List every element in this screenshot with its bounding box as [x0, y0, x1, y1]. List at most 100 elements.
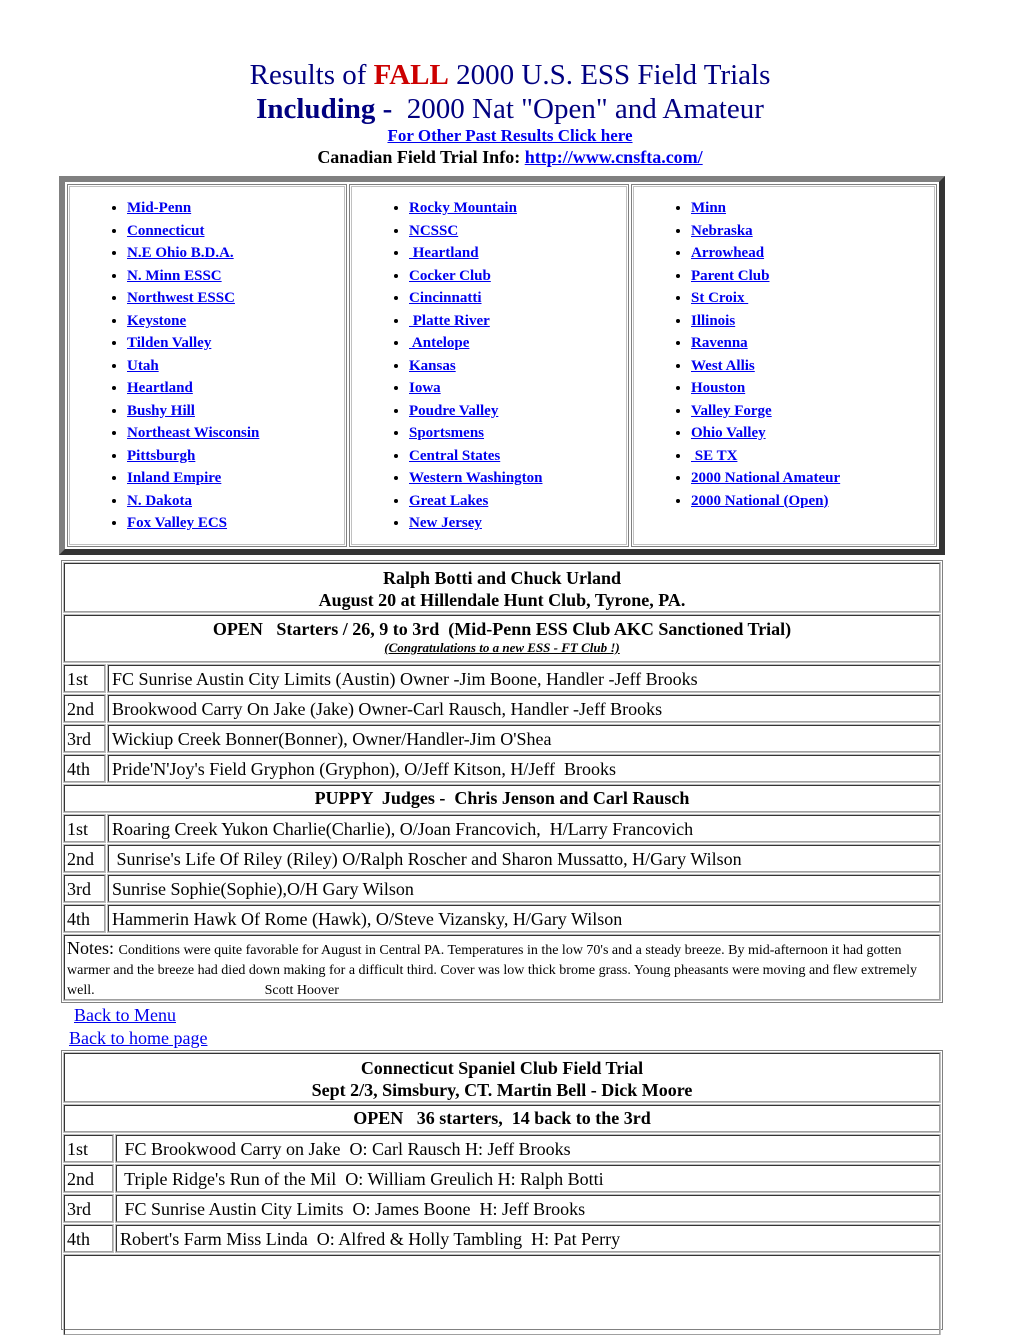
menu-link[interactable]: Ohio Valley [691, 425, 766, 441]
back-to-menu-link[interactable]: Back to Menu [74, 1004, 207, 1027]
menu-link[interactable]: Iowa [409, 380, 441, 396]
menu-item: New Jersey [409, 512, 628, 535]
notes-label: Notes: [67, 938, 119, 958]
result-row: 1st FC Brookwood Carry on Jake O: Carl R… [63, 1134, 941, 1163]
menu-link[interactable]: New Jersey [409, 515, 482, 531]
menu-link[interactable]: Nebraska [691, 223, 753, 239]
menu-item: Heartland [409, 242, 628, 265]
place-cell: 4th [63, 1224, 114, 1253]
menu-link[interactable]: Utah [127, 358, 159, 374]
place-cell: 3rd [63, 724, 106, 753]
menu-link[interactable]: Mid-Penn [127, 200, 191, 216]
menu-link[interactable]: Sportsmens [409, 425, 484, 441]
page-subtitle: Including - 2000 Nat "Open" and Amateur [0, 92, 1020, 126]
menu-item: Platte River [409, 310, 628, 333]
menu-link[interactable]: Minn [691, 200, 726, 216]
menu-item: Bushy Hill [127, 400, 346, 423]
menu-link[interactable]: Bushy Hill [127, 403, 195, 419]
menu-item: Pittsburgh [127, 445, 346, 468]
menu-link[interactable]: Cincinnatti [409, 290, 482, 306]
entry-cell: Triple Ridge's Run of the Mil O: William… [115, 1164, 941, 1193]
menu-link[interactable]: Cocker Club [409, 268, 491, 284]
menu-link[interactable]: Western Washington [409, 470, 543, 486]
menu-link[interactable]: Antelope [409, 335, 470, 351]
menu-link[interactable]: Heartland [127, 380, 193, 396]
back-to-home-link[interactable]: Back to home page [69, 1027, 207, 1050]
connecticut-results: Connecticut Spaniel Club Field Trial Sep… [61, 1050, 943, 1335]
place-cell: 1st [63, 814, 106, 843]
menu-link[interactable]: Rocky Mountain [409, 200, 517, 216]
menu-link[interactable]: Platte River [409, 313, 490, 329]
menu-column-2: Rocky Mountain NCSSC Heartland Cocker Club… [349, 184, 629, 547]
menu-item: N.E Ohio B.D.A. [127, 242, 346, 265]
menu-link[interactable]: West Allis [691, 358, 755, 374]
menu-link[interactable]: Great Lakes [409, 493, 488, 509]
menu-item: Nebraska [691, 220, 936, 243]
menu-item: Minn [691, 197, 936, 220]
menu-link[interactable]: Illinois [691, 313, 735, 329]
menu-link[interactable]: Poudre Valley [409, 403, 498, 419]
place-cell: 2nd [63, 844, 106, 873]
canadian-link[interactable]: http://www.cnsfta.com/ [525, 147, 703, 167]
result-row: 3rd FC Sunrise Austin City Limits O: Jam… [63, 1194, 941, 1223]
menu-link[interactable]: Inland Empire [127, 470, 221, 486]
menu-link[interactable]: Connecticut [127, 223, 205, 239]
result-row: 3rd Sunrise Sophie(Sophie),O/H Gary Wilso… [63, 874, 941, 903]
entry-cell: FC Brookwood Carry on Jake O: Carl Rausc… [115, 1134, 941, 1163]
menu-link[interactable]: Valley Forge [691, 403, 772, 419]
menu-link[interactable]: N. Dakota [127, 493, 192, 509]
title-highlight: FALL [373, 59, 449, 91]
menu-item: Ohio Valley [691, 422, 936, 445]
menu-link[interactable]: 2000 National (Open) [691, 493, 829, 509]
entry-cell: Brookwood Carry On Jake (Jake) Owner-Car… [107, 694, 941, 723]
date-line: Sept 2/3, Simsbury, CT. Martin Bell - Di… [311, 1080, 693, 1100]
menu-link[interactable]: Houston [691, 380, 745, 396]
menu-link[interactable]: Northwest ESSC [127, 290, 235, 306]
place-cell: 1st [63, 664, 106, 693]
menu-link[interactable]: Northeast Wisconsin [127, 425, 259, 441]
menu-list-3: Minn Nebraska Arrowhead Parent Club St Croix… [632, 197, 936, 512]
menu-item: Illinois [691, 310, 936, 333]
menu-link[interactable]: Central States [409, 448, 500, 464]
menu-link[interactable]: Kansas [409, 358, 456, 374]
menu-link[interactable]: Pittsburgh [127, 448, 195, 464]
menu-link[interactable]: NCSSC [409, 223, 458, 239]
menu-link[interactable]: St Croix [691, 290, 748, 306]
place-cell: 2nd [63, 694, 106, 723]
menu-link[interactable]: Heartland [409, 245, 479, 261]
menu-link[interactable]: Fox Valley ECS [127, 515, 227, 531]
entry-cell: Sunrise's Life Of Riley (Riley) O/Ralph … [107, 844, 941, 873]
result-row: 2nd Sunrise's Life Of Riley (Riley) O/Ra… [63, 844, 941, 873]
menu-link[interactable]: Keystone [127, 313, 186, 329]
puppy-header-row: PUPPY Judges - Chris Jenson and Carl Rau… [63, 784, 941, 813]
entry-cell: FC Sunrise Austin City Limits O: James B… [115, 1194, 941, 1223]
menu-item: Antelope [409, 332, 628, 355]
menu-item: Central States [409, 445, 628, 468]
menu-link[interactable]: SE TX [691, 448, 738, 464]
menu-link[interactable]: N.E Ohio B.D.A. [127, 245, 234, 261]
menu-item: Connecticut [127, 220, 346, 243]
menu-item: Western Washington [409, 467, 628, 490]
menu-link[interactable]: Tilden Valley [127, 335, 211, 351]
trial-title-line: Connecticut Spaniel Club Field Trial [360, 1058, 644, 1078]
place-cell: 4th [63, 754, 106, 783]
menu-item: Rocky Mountain [409, 197, 628, 220]
past-results-link[interactable]: For Other Past Results Click here [387, 126, 632, 146]
result-row: 1st Roaring Creek Yukon Charlie(Charlie),… [63, 814, 941, 843]
menu-link[interactable]: Arrowhead [691, 245, 764, 261]
menu-link[interactable]: 2000 National Amateur [691, 470, 840, 486]
puppy-header: PUPPY Judges - Chris Jenson and Carl Rau… [63, 784, 941, 813]
menu-item: Tilden Valley [127, 332, 346, 355]
menu-link[interactable]: Parent Club [691, 268, 769, 284]
menu-item: Keystone [127, 310, 346, 333]
result-row: 1st FC Sunrise Austin City Limits (Austin… [63, 664, 941, 693]
menu-link[interactable]: Ravenna [691, 335, 748, 351]
result-row: 2nd Brookwood Carry On Jake (Jake) Owner-… [63, 694, 941, 723]
trial-header: Connecticut Spaniel Club Field Trial Sep… [63, 1052, 941, 1103]
menu-item: Utah [127, 355, 346, 378]
empty-row [63, 1254, 941, 1335]
menu-link[interactable]: N. Minn ESSC [127, 268, 222, 284]
menu-item: Great Lakes [409, 490, 628, 513]
congrats-note: (Congratulations to a new ESS - FT Club … [384, 640, 620, 655]
notes-author: Scott Hoover [264, 983, 339, 998]
